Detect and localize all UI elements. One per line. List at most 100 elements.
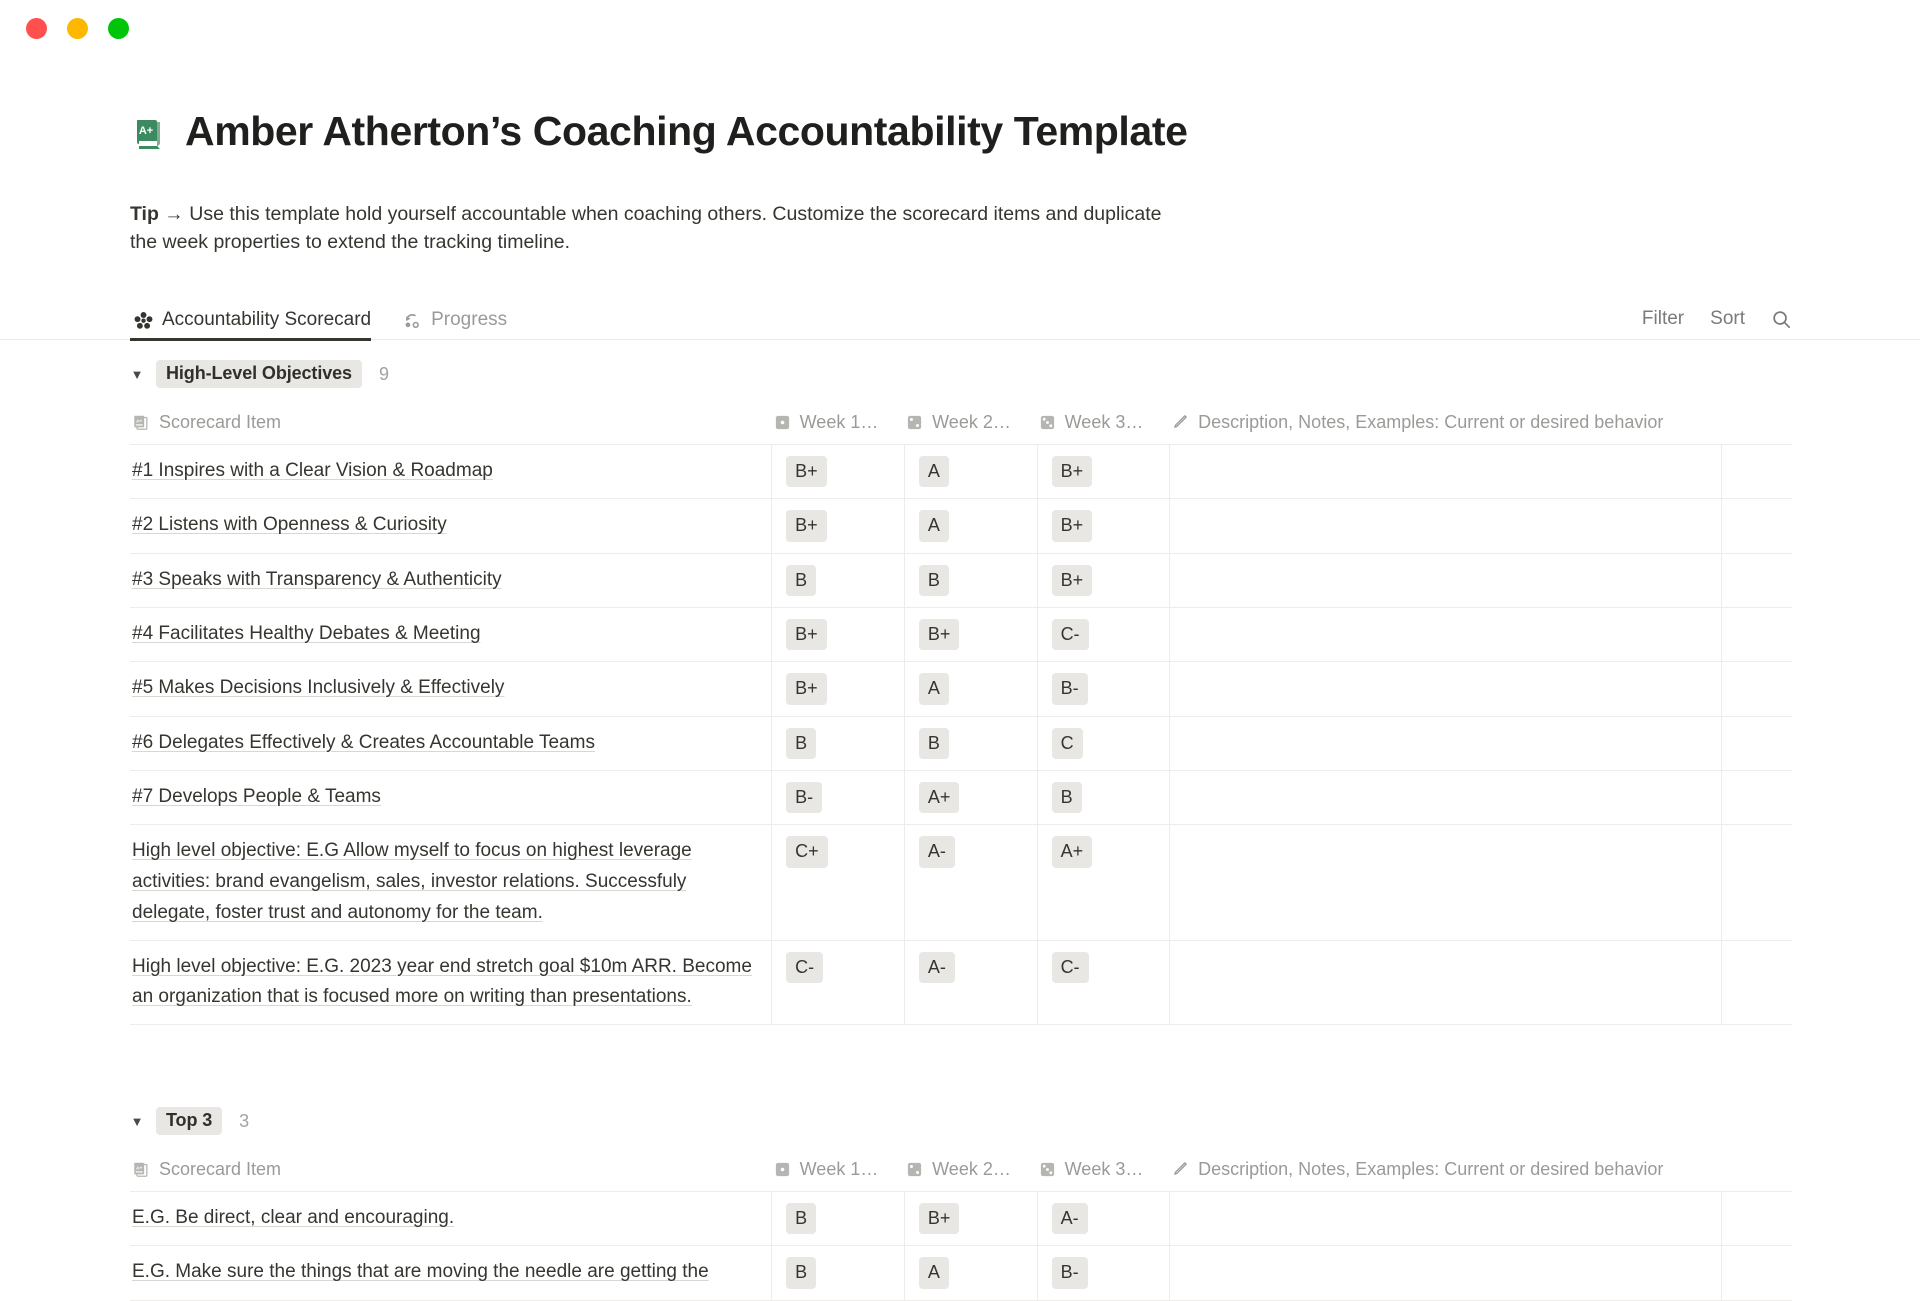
column-header-scorecard-item[interactable]: A+ Scorecard Item bbox=[130, 1159, 772, 1180]
cell-week-2[interactable]: A+ bbox=[903, 770, 1037, 825]
cell-week-2[interactable]: A bbox=[903, 1246, 1037, 1300]
cell-description[interactable] bbox=[1169, 716, 1720, 770]
cell-spacer bbox=[1720, 770, 1792, 825]
cell-scorecard-item[interactable]: #6 Delegates Effectively & Creates Accou… bbox=[130, 717, 771, 770]
cell-week-1[interactable]: B bbox=[771, 1192, 904, 1246]
cell-week-1[interactable]: B+ bbox=[771, 499, 904, 553]
cell-description[interactable] bbox=[1169, 825, 1720, 940]
cell-week-2[interactable]: A- bbox=[903, 825, 1037, 940]
tab-progress[interactable]: Progress bbox=[399, 309, 517, 339]
cell-week-1[interactable]: B bbox=[771, 1246, 904, 1300]
table-row[interactable]: #7 Develops People & Teams B- A+ B bbox=[130, 770, 1792, 826]
cell-week-3[interactable]: B+ bbox=[1036, 553, 1170, 608]
table-row[interactable]: #4 Facilitates Healthy Debates & Meeting… bbox=[130, 608, 1792, 663]
cell-week-2[interactable]: B+ bbox=[903, 608, 1037, 662]
cell-week-1[interactable]: B+ bbox=[771, 445, 904, 499]
cell-scorecard-item[interactable]: #1 Inspires with a Clear Vision & Roadma… bbox=[130, 445, 771, 498]
cell-week-3[interactable]: B bbox=[1036, 770, 1170, 825]
book-a-plus-icon: A+ bbox=[132, 413, 150, 431]
cell-description[interactable] bbox=[1169, 1192, 1720, 1246]
cell-spacer bbox=[1720, 940, 1792, 1025]
table-row[interactable]: #1 Inspires with a Clear Vision & Roadma… bbox=[130, 445, 1792, 500]
table-row[interactable]: E.G. Make sure the things that are movin… bbox=[130, 1246, 1792, 1301]
cell-description[interactable] bbox=[1169, 1246, 1720, 1300]
cell-scorecard-item[interactable]: #7 Develops People & Teams bbox=[130, 771, 771, 824]
table-row[interactable]: High level objective: E.G. 2023 year end… bbox=[130, 940, 1792, 1026]
cell-week-3[interactable]: B+ bbox=[1036, 445, 1170, 499]
maximize-window-button[interactable] bbox=[108, 17, 129, 39]
minimize-window-button[interactable] bbox=[67, 17, 88, 39]
cell-week-1[interactable]: B+ bbox=[771, 608, 904, 662]
cell-week-3[interactable]: C bbox=[1036, 716, 1170, 770]
column-header-week-1[interactable]: Week 1… bbox=[772, 1159, 905, 1180]
table-row[interactable]: #6 Delegates Effectively & Creates Accou… bbox=[130, 716, 1792, 771]
group-name-chip[interactable]: High-Level Objectives bbox=[156, 360, 362, 389]
cell-scorecard-item[interactable]: #4 Facilitates Healthy Debates & Meeting bbox=[130, 608, 771, 661]
cell-scorecard-item[interactable]: E.G. Make sure the things that are movin… bbox=[130, 1246, 771, 1299]
cell-week-2[interactable]: B+ bbox=[903, 1192, 1037, 1246]
tip-text: Use this template hold yourself accounta… bbox=[130, 203, 1162, 254]
column-header-week-1[interactable]: Week 1… bbox=[772, 412, 905, 433]
cell-week-2[interactable]: A bbox=[903, 445, 1037, 499]
cell-description[interactable] bbox=[1169, 662, 1720, 716]
column-headers: A+ Scorecard Item Week 1… Week 2… Week 3… bbox=[130, 400, 1792, 446]
cell-week-1[interactable]: B bbox=[771, 553, 904, 608]
grade-badge: B bbox=[786, 564, 817, 597]
grade-badge: B- bbox=[786, 781, 823, 814]
sort-button[interactable]: Sort bbox=[1710, 308, 1745, 330]
cell-description[interactable] bbox=[1169, 499, 1720, 553]
filter-button[interactable]: Filter bbox=[1642, 308, 1684, 330]
close-window-button[interactable] bbox=[26, 17, 47, 39]
column-header-description[interactable]: Description, Notes, Examples: Current or… bbox=[1169, 412, 1721, 433]
column-header-week-3[interactable]: Week 3… bbox=[1037, 412, 1170, 433]
cell-week-3[interactable]: A+ bbox=[1036, 825, 1170, 940]
cell-week-3[interactable]: C- bbox=[1036, 608, 1170, 662]
cell-scorecard-item[interactable]: E.G. Be direct, clear and encouraging. bbox=[130, 1192, 771, 1245]
cell-scorecard-item[interactable]: #2 Listens with Openness & Curiosity bbox=[130, 499, 771, 552]
column-header-week-2[interactable]: Week 2… bbox=[904, 412, 1037, 433]
cell-week-1[interactable]: C+ bbox=[771, 825, 904, 940]
cell-week-2[interactable]: A bbox=[903, 499, 1037, 553]
scorecard-item-text: E.G. Make sure the things that are movin… bbox=[132, 1261, 709, 1283]
grade-badge: B+ bbox=[786, 619, 827, 651]
cell-week-3[interactable]: B- bbox=[1036, 662, 1170, 716]
svg-text:A+: A+ bbox=[139, 125, 153, 137]
search-icon[interactable] bbox=[1771, 309, 1792, 330]
cell-week-2[interactable]: A- bbox=[903, 940, 1037, 1025]
cell-scorecard-item[interactable]: High level objective: E.G. 2023 year end… bbox=[130, 941, 771, 1025]
table-row[interactable]: #3 Speaks with Transparency & Authentici… bbox=[130, 553, 1792, 609]
cell-description[interactable] bbox=[1169, 940, 1720, 1025]
cell-week-1[interactable]: B+ bbox=[771, 662, 904, 716]
group-name-chip[interactable]: Top 3 bbox=[156, 1107, 223, 1136]
column-header-description[interactable]: Description, Notes, Examples: Current or… bbox=[1169, 1159, 1721, 1180]
cell-week-3[interactable]: B- bbox=[1036, 1246, 1170, 1300]
table-row[interactable]: #5 Makes Decisions Inclusively & Effecti… bbox=[130, 662, 1792, 717]
group-collapse-caret[interactable]: ▼ bbox=[130, 368, 144, 381]
group-collapse-caret[interactable]: ▼ bbox=[130, 1115, 144, 1128]
cell-week-1[interactable]: B- bbox=[771, 770, 904, 825]
table-row[interactable]: E.G. Be direct, clear and encouraging. B… bbox=[130, 1192, 1792, 1247]
table-row[interactable]: High level objective: E.G Allow myself t… bbox=[130, 825, 1792, 941]
cell-week-1[interactable]: B bbox=[771, 716, 904, 770]
column-header-scorecard-item[interactable]: A+ Scorecard Item bbox=[130, 412, 772, 433]
table-row[interactable]: #2 Listens with Openness & Curiosity B+ … bbox=[130, 499, 1792, 554]
cell-description[interactable] bbox=[1169, 608, 1720, 662]
tab-accountability-scorecard[interactable]: Accountability Scorecard bbox=[130, 309, 381, 341]
cell-week-2[interactable]: B bbox=[903, 553, 1037, 608]
column-header-week-3[interactable]: Week 3… bbox=[1037, 1159, 1170, 1180]
cell-description[interactable] bbox=[1169, 445, 1720, 499]
cell-week-3[interactable]: B+ bbox=[1036, 499, 1170, 553]
cell-description[interactable] bbox=[1169, 770, 1720, 825]
cell-scorecard-item[interactable]: High level objective: E.G Allow myself t… bbox=[130, 825, 771, 939]
pencil-icon bbox=[1171, 1160, 1189, 1178]
column-header-week-2[interactable]: Week 2… bbox=[904, 1159, 1037, 1180]
cell-week-3[interactable]: C- bbox=[1036, 940, 1170, 1025]
cell-week-2[interactable]: A bbox=[903, 662, 1037, 716]
cell-week-3[interactable]: A- bbox=[1036, 1192, 1170, 1246]
cell-week-1[interactable]: C- bbox=[771, 940, 904, 1025]
grade-badge: A+ bbox=[918, 781, 960, 814]
cell-scorecard-item[interactable]: #5 Makes Decisions Inclusively & Effecti… bbox=[130, 662, 771, 715]
cell-week-2[interactable]: B bbox=[903, 716, 1037, 770]
cell-description[interactable] bbox=[1169, 553, 1720, 608]
cell-scorecard-item[interactable]: #3 Speaks with Transparency & Authentici… bbox=[130, 554, 771, 607]
